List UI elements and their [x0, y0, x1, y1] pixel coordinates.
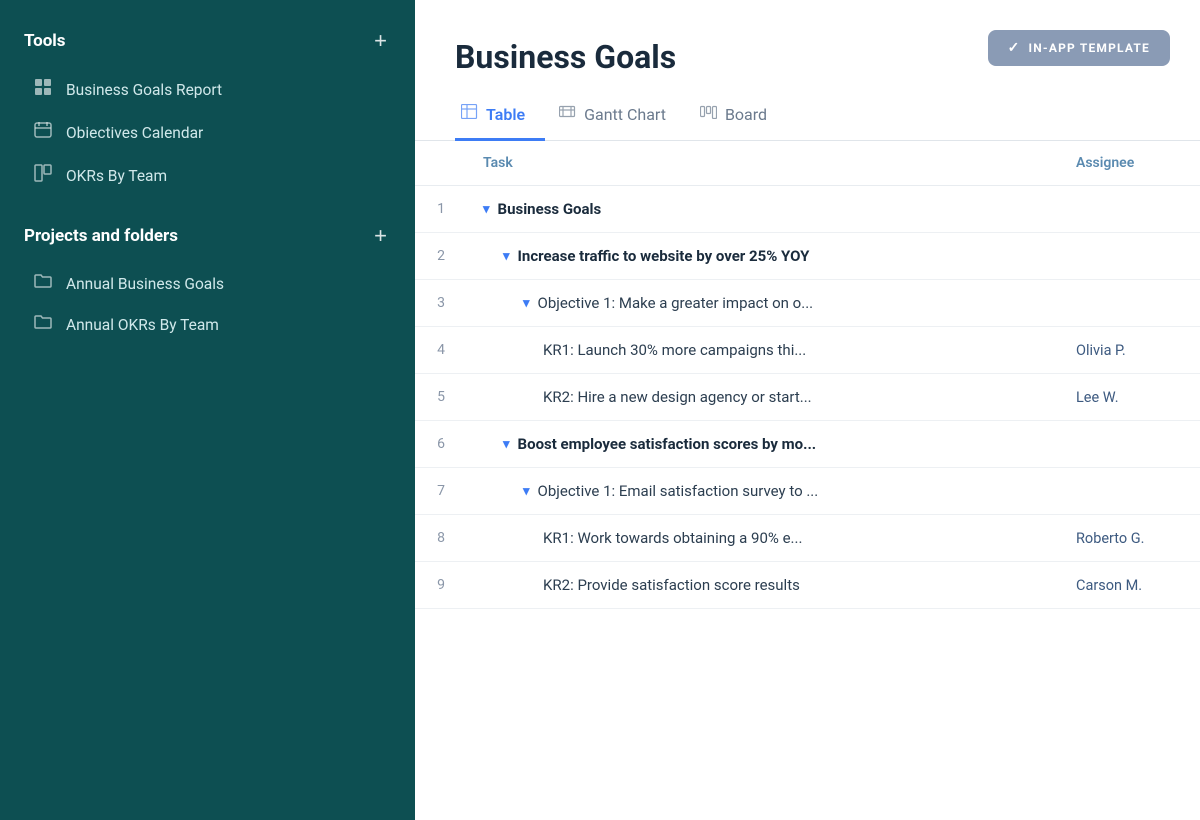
row-task[interactable]: ▾ Objective 1: Make a greater impact on o…	[467, 280, 1060, 327]
table-row[interactable]: 7 ▾ Objective 1: Email satisfaction survey…	[415, 468, 1200, 515]
col-header-task: Task	[467, 141, 1060, 186]
add-project-button[interactable]: +	[370, 225, 391, 247]
row-assignee	[1060, 468, 1200, 515]
tab-label-gantt: Gantt Chart	[584, 105, 666, 124]
row-num: 1	[415, 186, 467, 233]
tab-board[interactable]: Board	[694, 94, 787, 141]
tool-label-business-goals-report: Business Goals Report	[66, 81, 222, 99]
table-row[interactable]: 1 ▾ Business Goals	[415, 186, 1200, 233]
table-header-row: Task Assignee	[415, 141, 1200, 186]
col-header-num	[415, 141, 467, 186]
row-assignee: Olivia P.	[1060, 327, 1200, 374]
row-task[interactable]: KR2: Hire a new design agency or start..…	[467, 374, 1060, 421]
row-task[interactable]: KR1: Work towards obtaining a 90% e...	[467, 515, 1060, 562]
table-wrap[interactable]: Task Assignee 1 ▾ Business Goals 2 ▾ Increase…	[415, 141, 1200, 820]
task-text: Objective 1: Make a greater impact on o.…	[538, 294, 814, 312]
sidebar-item-annual-business-goals[interactable]: Annual Business Goals	[24, 263, 391, 304]
chevron-icon: ▾	[503, 437, 510, 452]
chevron-icon: ▾	[503, 249, 510, 264]
tasks-table: Task Assignee 1 ▾ Business Goals 2 ▾ Increase…	[415, 141, 1200, 609]
chevron-icon: ▾	[523, 484, 530, 499]
row-assignee: Carson M.	[1060, 562, 1200, 609]
tool-label-okrs-by-team: OKRs By Team	[66, 167, 167, 185]
tab-icon-gantt	[559, 104, 576, 124]
table-row[interactable]: 2 ▾ Increase traffic to website by over 25…	[415, 233, 1200, 280]
table-body: 1 ▾ Business Goals 2 ▾ Increase traffic to we…	[415, 186, 1200, 609]
inapp-template-badge: ✓ IN-APP TEMPLATE	[988, 30, 1170, 66]
row-num: 5	[415, 374, 467, 421]
row-assignee	[1060, 186, 1200, 233]
sidebar-item-business-goals-report[interactable]: Business Goals Report	[24, 68, 391, 111]
projects-section: Projects and folders + Annual Business G…	[0, 225, 415, 345]
row-num: 9	[415, 562, 467, 609]
check-icon: ✓	[1008, 40, 1021, 56]
project-label-annual-okrs-by-team: Annual OKRs By Team	[66, 316, 219, 334]
row-task[interactable]: ▾ Objective 1: Email satisfaction survey …	[467, 468, 1060, 515]
task-text: KR1: Launch 30% more campaigns thi...	[543, 341, 806, 359]
add-tool-button[interactable]: +	[370, 30, 391, 52]
row-num: 3	[415, 280, 467, 327]
sidebar-item-annual-okrs-by-team[interactable]: Annual OKRs By Team	[24, 304, 391, 345]
task-text: KR2: Provide satisfaction score results	[543, 576, 800, 594]
tab-icon-board	[700, 104, 717, 124]
table-row[interactable]: 4 KR1: Launch 30% more campaigns thi... Ol…	[415, 327, 1200, 374]
row-assignee	[1060, 421, 1200, 468]
tool-icon-business-goals-report	[32, 78, 54, 101]
row-num: 8	[415, 515, 467, 562]
row-task[interactable]: KR1: Launch 30% more campaigns thi...	[467, 327, 1060, 374]
tab-table[interactable]: Table	[455, 94, 545, 141]
projects-title: Projects and folders	[24, 226, 178, 246]
project-items-list: Annual Business Goals Annual OKRs By Tea…	[24, 263, 391, 345]
row-assignee	[1060, 280, 1200, 327]
inapp-badge-label: IN-APP TEMPLATE	[1029, 41, 1150, 55]
sidebar-item-okrs-by-team[interactable]: OKRs By Team	[24, 154, 391, 197]
row-num: 6	[415, 421, 467, 468]
tabs-bar: Table Gantt Chart Board	[415, 76, 1200, 141]
table-row[interactable]: 3 ▾ Objective 1: Make a greater impact on …	[415, 280, 1200, 327]
tool-icon-okrs-by-team	[32, 164, 54, 187]
task-text: Increase traffic to website by over 25% …	[518, 247, 810, 265]
row-num: 4	[415, 327, 467, 374]
task-text: KR1: Work towards obtaining a 90% e...	[543, 529, 802, 547]
tab-icon-table	[461, 104, 478, 124]
sidebar-item-objectives-calendar[interactable]: Obiectives Calendar	[24, 111, 391, 154]
task-text: Boost employee satisfaction scores by mo…	[518, 435, 817, 453]
sidebar: Tools + Business Goals Report Obiectives…	[0, 0, 415, 820]
row-assignee	[1060, 233, 1200, 280]
tool-items-list: Business Goals Report Obiectives Calenda…	[24, 68, 391, 197]
tools-section: Tools + Business Goals Report Obiectives…	[0, 30, 415, 197]
tabs-container: Table Gantt Chart Board	[455, 94, 795, 140]
tool-icon-objectives-calendar	[32, 121, 54, 144]
task-text: Business Goals	[498, 200, 602, 218]
tools-title: Tools	[24, 31, 66, 51]
table-row[interactable]: 6 ▾ Boost employee satisfaction scores by …	[415, 421, 1200, 468]
projects-header: Projects and folders +	[24, 225, 391, 247]
row-task[interactable]: KR2: Provide satisfaction score results	[467, 562, 1060, 609]
table-row[interactable]: 9 KR2: Provide satisfaction score results…	[415, 562, 1200, 609]
col-header-assignee: Assignee	[1060, 141, 1200, 186]
chevron-icon: ▾	[523, 296, 530, 311]
row-task[interactable]: ▾ Business Goals	[467, 186, 1060, 233]
row-task[interactable]: ▾ Increase traffic to website by over 25%…	[467, 233, 1060, 280]
row-num: 2	[415, 233, 467, 280]
project-label-annual-business-goals: Annual Business Goals	[66, 275, 224, 293]
tab-gantt[interactable]: Gantt Chart	[553, 94, 686, 141]
task-text: Objective 1: Email satisfaction survey t…	[538, 482, 819, 500]
row-assignee: Lee W.	[1060, 374, 1200, 421]
table-row[interactable]: 5 KR2: Hire a new design agency or start.…	[415, 374, 1200, 421]
row-assignee: Roberto G.	[1060, 515, 1200, 562]
folder-icon-annual-okrs-by-team	[32, 314, 54, 335]
row-task[interactable]: ▾ Boost employee satisfaction scores by m…	[467, 421, 1060, 468]
tab-label-table: Table	[486, 105, 525, 124]
chevron-icon: ▾	[483, 202, 490, 217]
tools-header: Tools +	[24, 30, 391, 52]
tool-label-objectives-calendar: Obiectives Calendar	[66, 124, 203, 142]
main-content: ✓ IN-APP TEMPLATE Business Goals Table G…	[415, 0, 1200, 820]
folder-icon-annual-business-goals	[32, 273, 54, 294]
tab-label-board: Board	[725, 105, 767, 124]
task-text: KR2: Hire a new design agency or start..…	[543, 388, 812, 406]
row-num: 7	[415, 468, 467, 515]
table-row[interactable]: 8 KR1: Work towards obtaining a 90% e... R…	[415, 515, 1200, 562]
